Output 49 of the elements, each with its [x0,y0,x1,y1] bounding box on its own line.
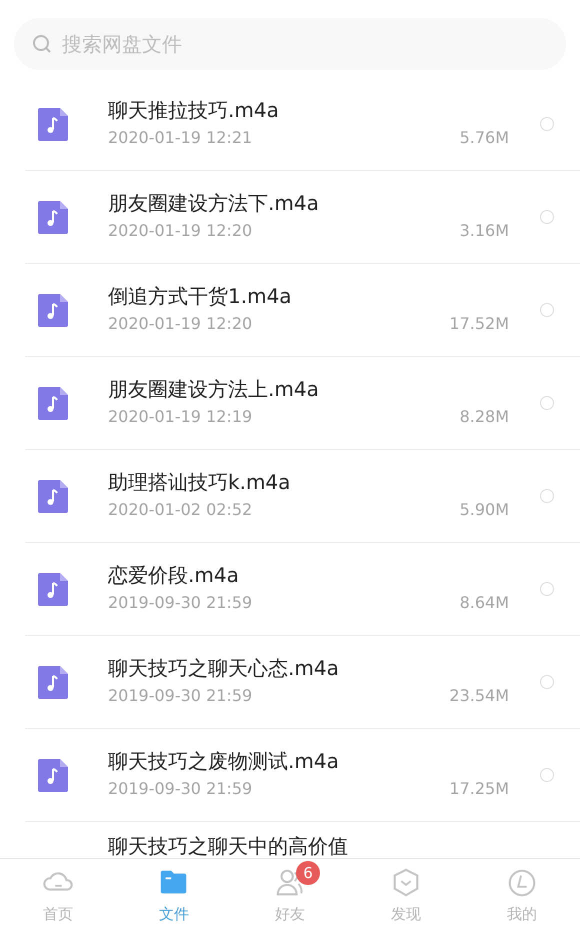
audio-file-icon [38,108,68,140]
tab-bar-item[interactable]: 首页 [0,859,116,933]
file-date: 2020-01-19 12:21 [108,127,252,149]
file-date: 2019-09-30 21:59 [108,685,252,707]
tab-bar-item[interactable]: 发现 [348,859,464,933]
file-name: 助理搭讪技巧k.m4a [108,470,292,494]
file-size: 5.90M [460,499,509,521]
select-radio[interactable] [540,489,554,503]
select-radio[interactable] [540,396,554,410]
file-name: 聊天技巧之聊天中的高价值 [108,834,349,858]
file-size: 5.76M [460,127,509,149]
file-date: 2020-01-02 02:52 [108,499,252,521]
file-size: 17.52M [449,313,509,335]
select-radio[interactable] [540,303,554,317]
file-date: 2020-01-19 12:20 [108,220,252,242]
file-size: 8.28M [460,406,509,428]
file-name: 朋友圈建设方法上.m4a [108,377,320,401]
file-name: 聊天技巧之废物测试.m4a [108,749,340,773]
file-name: 聊天推拉技巧.m4a [108,98,280,122]
select-radio[interactable] [540,768,554,782]
file-date: 2020-01-19 12:19 [108,406,252,428]
file-date: 2020-01-19 12:20 [108,313,252,335]
file-name: 朋友圈建设方法下.m4a [108,191,320,215]
select-radio[interactable] [540,582,554,596]
search-field[interactable]: 搜索网盘文件 [14,18,566,70]
file-size: 23.54M [449,685,509,707]
audio-file-icon [38,666,68,698]
select-radio[interactable] [540,210,554,224]
tab-bar-item[interactable]: 文件 [116,859,232,933]
audio-file-icon [38,386,68,420]
notification-badge: 6 [296,861,320,885]
file-date: 2019-09-30 21:59 [108,592,252,614]
audio-file-icon [38,480,68,512]
tab-bar-item[interactable]: 好友 6 [232,859,348,933]
file-size: 17.25M [449,778,509,800]
audio-file-icon [38,200,68,234]
file-size: 8.64M [460,592,509,614]
audio-file-icon [38,758,68,792]
file-name: 聊天技巧之聊天心态.m4a [108,656,340,680]
select-radio[interactable] [540,117,554,131]
tab-bar-item[interactable]: 我的 [464,859,580,933]
audio-file-icon [38,572,68,606]
profile-icon [506,866,538,899]
select-radio[interactable] [540,675,554,689]
file-date: 2019-09-30 21:59 [108,778,252,800]
file-name: 倒追方式干货1.m4a [108,284,293,308]
file-size: 3.16M [460,220,509,242]
audio-file-icon [38,294,68,326]
file-name: 恋爱价段.m4a [108,563,240,587]
